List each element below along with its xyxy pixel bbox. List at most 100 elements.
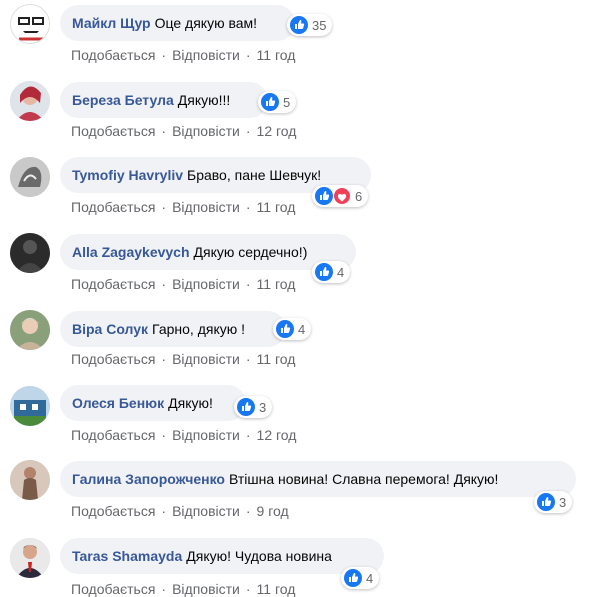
reply-button[interactable]: Відповісти — [172, 276, 240, 292]
comment-actions: Подобається · Відповісти · 11 год — [71, 276, 295, 292]
comment-bubble: Taras Shamayda Дякую! Чудова новина — [60, 538, 384, 574]
comment-actions: Подобається · Відповісти · 12 год — [71, 427, 296, 443]
reply-button[interactable]: Відповісти — [172, 351, 240, 367]
timestamp[interactable]: 12 год — [257, 427, 297, 443]
like-button[interactable]: Подобається — [71, 427, 155, 443]
like-reaction-icon — [290, 16, 308, 34]
separator: · — [161, 581, 167, 597]
comment-bubble: Майкл Щур Оце дякую вам! — [60, 5, 295, 41]
reaction-summary[interactable]: 4 — [312, 261, 351, 283]
avatar[interactable] — [10, 81, 50, 121]
reply-button[interactable]: Відповісти — [172, 427, 240, 443]
timestamp[interactable]: 11 год — [257, 47, 296, 63]
comment-author[interactable]: Галина Запорожченко — [72, 461, 225, 497]
comment-bubble: Alla Zagaykevych Дякую сердечно!) — [60, 234, 356, 270]
reaction-summary[interactable]: 5 — [258, 91, 297, 113]
avatar[interactable] — [10, 386, 50, 426]
reply-button[interactable]: Відповісти — [172, 503, 240, 519]
like-reaction-icon — [276, 320, 294, 338]
timestamp[interactable]: 11 год — [257, 199, 296, 215]
avatar[interactable] — [10, 460, 50, 500]
separator: · — [161, 123, 167, 139]
like-reaction-icon — [261, 93, 279, 111]
reaction-count: 5 — [283, 94, 291, 110]
comment-text: Оце дякую вам! — [154, 15, 258, 31]
like-reaction-icon — [315, 263, 333, 281]
like-reaction-icon — [237, 398, 255, 416]
comment-bubble: Береза Бетула Дякую!!! — [60, 82, 268, 118]
timestamp[interactable]: 11 год — [257, 581, 296, 597]
comment-actions: Подобається · Відповісти · 9 год — [71, 503, 289, 519]
separator: · — [245, 503, 251, 519]
separator: · — [245, 123, 251, 139]
timestamp[interactable]: 11 год — [257, 276, 296, 292]
comment-actions: Подобається · Відповісти · 11 год — [71, 351, 295, 367]
comment-author[interactable]: Tymofiy Havryliv — [72, 157, 183, 193]
reaction-count: 4 — [298, 321, 306, 337]
avatar[interactable] — [10, 538, 50, 578]
comment-author[interactable]: Майкл Щур — [72, 5, 151, 41]
separator: · — [245, 199, 251, 215]
reaction-count: 4 — [337, 264, 345, 280]
comment-text: Втішна новина! Славна перемога! Дякую! — [228, 471, 499, 487]
reaction-summary[interactable]: 3 — [234, 396, 273, 418]
reaction-summary[interactable]: 35 — [287, 14, 333, 36]
reaction-summary[interactable]: 4 — [341, 567, 380, 589]
reply-button[interactable]: Відповісти — [172, 199, 240, 215]
like-button[interactable]: Подобається — [71, 581, 155, 597]
separator: · — [245, 427, 251, 443]
like-button[interactable]: Подобається — [71, 351, 155, 367]
comment-bubble: Віра Солук Гарно, дякую ! — [60, 311, 286, 347]
comment-actions: Подобається · Відповісти · 11 год — [71, 47, 295, 63]
comment-author[interactable]: Береза Бетула — [72, 82, 174, 118]
reaction-count: 4 — [366, 570, 374, 586]
separator: · — [245, 351, 251, 367]
comment-text: Дякую сердечно!) — [193, 244, 308, 260]
reaction-count: 3 — [259, 399, 267, 415]
avatar[interactable] — [10, 4, 50, 44]
reaction-summary[interactable]: 4 — [273, 318, 312, 340]
separator: · — [245, 47, 251, 63]
reaction-summary[interactable]: 3 — [534, 491, 573, 513]
comment-text: Дякую! — [168, 395, 213, 411]
timestamp[interactable]: 12 год — [257, 123, 297, 139]
comment-actions: Подобається · Відповісти · 11 год — [71, 199, 295, 215]
like-reaction-icon — [537, 493, 555, 511]
like-button[interactable]: Подобається — [71, 123, 155, 139]
comment-text: Гарно, дякую ! — [152, 321, 246, 337]
avatar[interactable] — [10, 310, 50, 350]
comment-text: Браво, пане Шевчук! — [187, 167, 322, 183]
reply-button[interactable]: Відповісти — [172, 123, 240, 139]
reaction-summary[interactable]: 6 — [312, 185, 369, 207]
reaction-count: 35 — [312, 17, 327, 33]
comment-author[interactable]: Alla Zagaykevych — [72, 234, 190, 270]
love-reaction-icon — [333, 187, 351, 205]
separator: · — [161, 276, 167, 292]
like-button[interactable]: Подобається — [71, 199, 155, 215]
avatar[interactable] — [10, 157, 50, 197]
comment-author[interactable]: Олеся Бенюк — [72, 385, 164, 421]
separator: · — [161, 427, 167, 443]
timestamp[interactable]: 9 год — [257, 503, 289, 519]
reply-button[interactable]: Відповісти — [172, 47, 240, 63]
separator: · — [245, 276, 251, 292]
comment-bubble: Галина Запорожченко Втішна новина! Славн… — [60, 461, 576, 497]
avatar[interactable] — [10, 233, 50, 273]
like-button[interactable]: Подобається — [71, 276, 155, 292]
like-reaction-icon — [344, 569, 362, 587]
comment-actions: Подобається · Відповісти · 12 год — [71, 123, 296, 139]
like-reaction-icon — [315, 187, 333, 205]
reaction-count: 6 — [355, 188, 363, 204]
comment-author[interactable]: Taras Shamayda — [72, 538, 182, 574]
separator: · — [161, 503, 167, 519]
like-button[interactable]: Подобається — [71, 503, 155, 519]
comment-author[interactable]: Віра Солук — [72, 311, 148, 347]
timestamp[interactable]: 11 год — [257, 351, 296, 367]
comment-text: Дякую!!! — [177, 92, 231, 108]
comment-text: Дякую! Чудова новина — [186, 548, 332, 564]
reaction-count: 3 — [559, 494, 567, 510]
like-button[interactable]: Подобається — [71, 47, 155, 63]
reply-button[interactable]: Відповісти — [172, 581, 240, 597]
separator: · — [161, 199, 167, 215]
comment-bubble: Олеся Бенюк Дякую! — [60, 385, 246, 421]
